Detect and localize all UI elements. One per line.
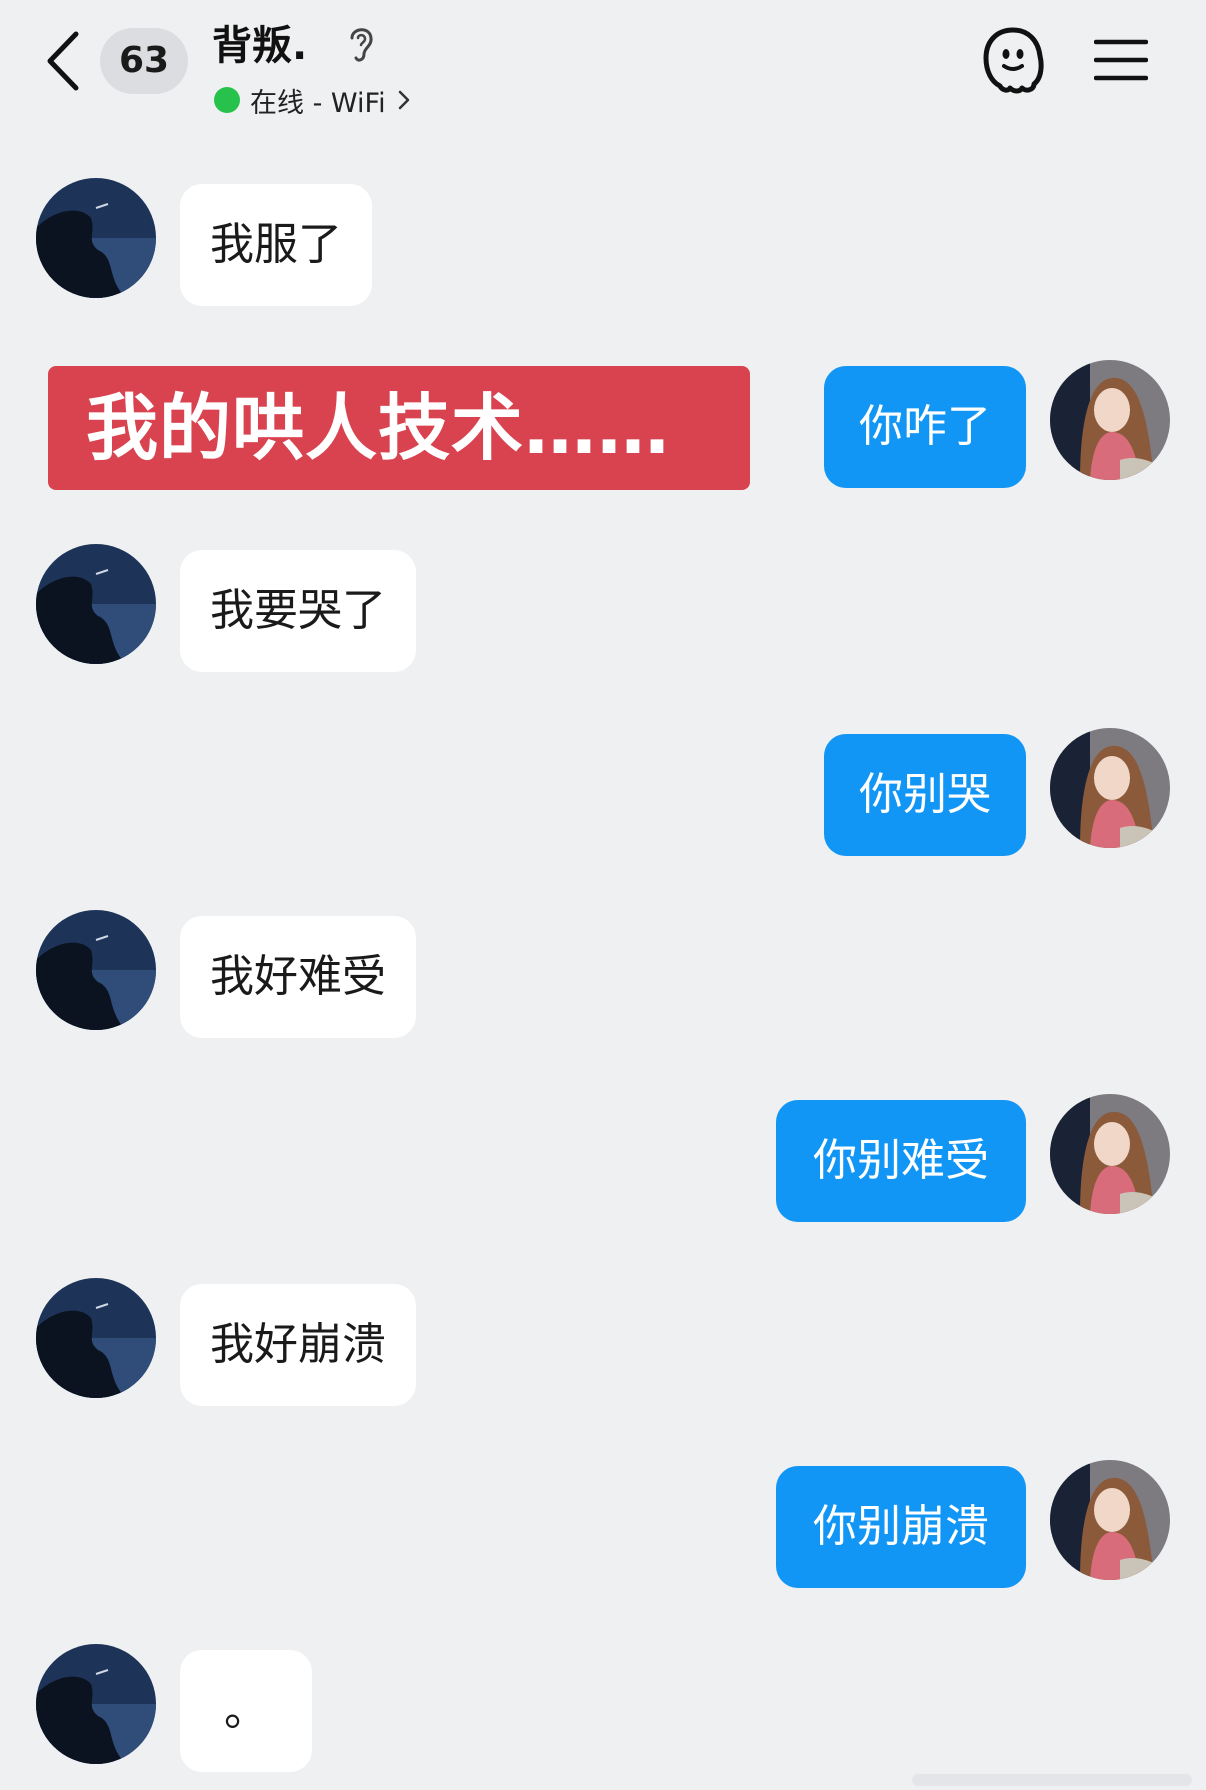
back-arrow-icon[interactable] [40,26,90,96]
message-bubble-outgoing[interactable]: 你咋了 [824,366,1026,488]
message-bubble-incoming[interactable]: 我服了 [180,184,372,306]
message-bubble-incoming[interactable]: 我好难受 [180,916,416,1038]
message-bubble-incoming[interactable]: 我要哭了 [180,550,416,672]
my-avatar[interactable] [1050,1094,1170,1214]
emoji-ghost-icon[interactable] [980,24,1046,96]
message-bubble-outgoing[interactable]: 你别难受 [776,1100,1026,1222]
chevron-right-icon [398,90,409,110]
contact-avatar[interactable] [36,1644,156,1764]
message-bubble-outgoing[interactable]: 你别崩溃 [776,1466,1026,1588]
message-bubble-outgoing[interactable]: 你别哭 [824,734,1026,856]
message-bubble-incoming[interactable]: 。 [180,1650,312,1772]
watermark-decoration [912,1774,1192,1786]
caption-banner: 我的哄人技术…… [48,366,750,490]
online-status[interactable]: 在线 - WiFi [214,80,412,120]
unread-count-badge[interactable]: 63 [100,28,188,94]
contact-name[interactable]: 背叛. [212,18,307,74]
chat-header: 63 背叛. 在线 - WiFi [0,0,1206,130]
my-avatar[interactable] [1050,728,1170,848]
contact-avatar[interactable] [36,910,156,1030]
message-bubble-incoming[interactable]: 我好崩溃 [180,1284,416,1406]
online-dot-icon [214,87,240,113]
contact-avatar[interactable] [36,544,156,664]
menu-icon[interactable] [1094,38,1148,82]
ear-icon[interactable] [344,22,378,66]
status-text: 在线 - WiFi [250,87,386,119]
my-avatar[interactable] [1050,1460,1170,1580]
contact-avatar[interactable] [36,1278,156,1398]
my-avatar[interactable] [1050,360,1170,480]
contact-avatar[interactable] [36,178,156,298]
